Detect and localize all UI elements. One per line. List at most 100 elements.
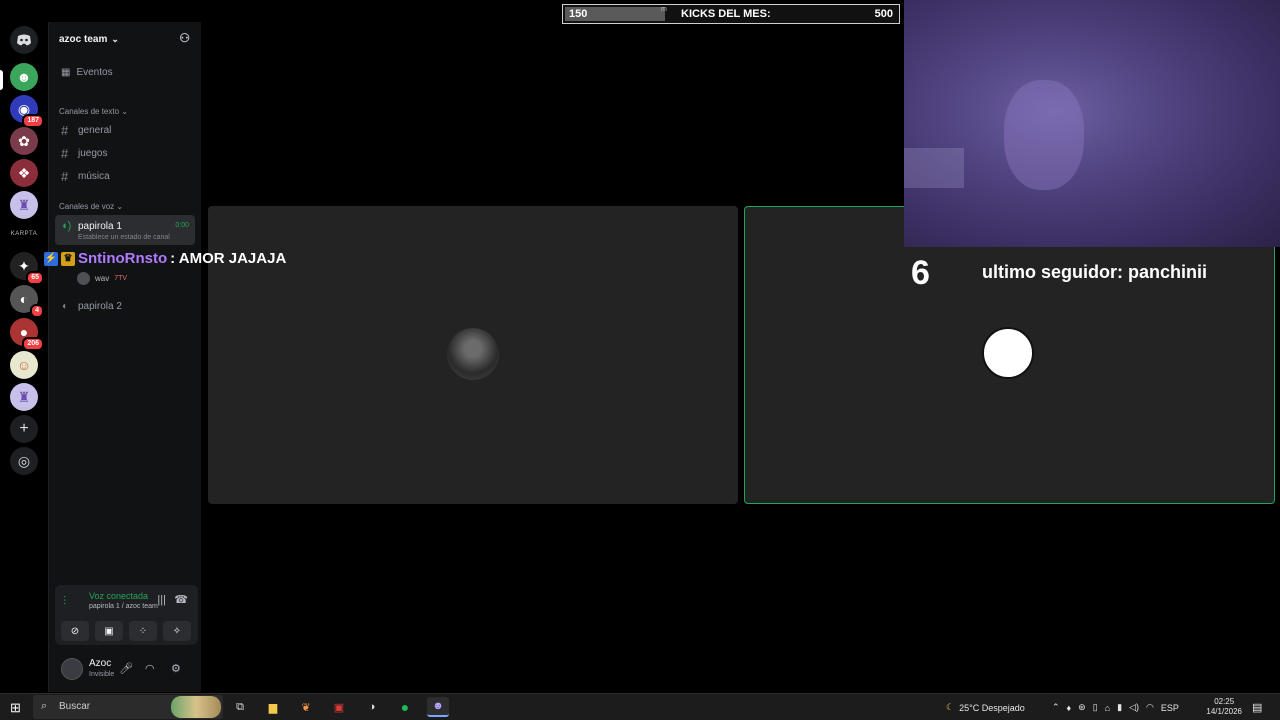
compass-icon[interactable]: ◎ <box>10 447 38 475</box>
hash-icon: # <box>61 168 69 184</box>
server-dark-icon[interactable]: ✦ 65 <box>10 252 44 285</box>
notifications-icon[interactable]: ▤ <box>1252 694 1262 720</box>
crown-icon: ♛ <box>61 251 75 266</box>
unread-badge: 4 <box>30 304 44 318</box>
kicks-goal-bar: 150 m KICKS DEL MES: 500 <box>562 4 900 24</box>
server-green-icon[interactable]: ☻ <box>10 63 38 91</box>
disconnect-icon[interactable]: ☎ <box>174 593 188 606</box>
language-indicator[interactable]: ESP <box>1161 703 1179 713</box>
file-explorer-icon[interactable]: ▆ <box>262 697 284 717</box>
avatar <box>77 272 90 285</box>
server-rail: ☻ ◉ 187 ✿ ❖ ♜ KARPTA ✦ 65 ◐ 4 ● 206 ☺ ♜ + ◎ <box>0 22 48 692</box>
voice-status[interactable]: Voz conectada <box>89 591 148 601</box>
voice-connection-panel: ⫶ Voz conectada papirola 1 / azoc team |… <box>55 585 198 645</box>
weather-widget[interactable]: ☾ 25°C Despejado <box>946 694 1025 720</box>
follower-count: 6 <box>911 254 930 292</box>
avatar <box>447 328 499 380</box>
fl-studio-icon[interactable]: ❦ <box>295 697 317 717</box>
voice-channel-papirola-2[interactable]: ◖ papirola 2 <box>61 296 196 316</box>
seven-tv-badge: 7TV <box>114 275 128 282</box>
mic-tray-icon[interactable]: ▮ <box>1117 702 1122 713</box>
text-category[interactable]: Canales de texto ⌄ <box>59 107 128 116</box>
server-red-icon[interactable]: ❖ <box>10 159 38 187</box>
soundboard-button[interactable]: ✧ <box>163 621 191 641</box>
webcam-person <box>1004 80 1084 190</box>
tray-misc-icon[interactable]: ⌂ <box>1105 703 1110 713</box>
activities-button[interactable]: ⁘ <box>129 621 157 641</box>
discord-home-icon[interactable] <box>10 26 38 54</box>
server-cup2-icon[interactable]: ♜ <box>10 383 38 411</box>
participant-tile[interactable] <box>208 206 738 504</box>
invite-people-icon[interactable]: ⚇ <box>179 31 190 45</box>
moon-icon: ☾ <box>946 702 955 712</box>
channel-musica[interactable]: # música <box>61 166 196 186</box>
spotify-icon[interactable]: ● <box>394 697 416 717</box>
server-fox-icon[interactable]: ☺ <box>10 351 38 379</box>
obs-app-icon[interactable]: ▣ <box>328 697 350 717</box>
search-highlight-image <box>171 696 221 718</box>
server-blue-icon[interactable]: ◉ 187 <box>10 95 44 128</box>
app-circle-icon[interactable]: ◑ <box>361 697 383 717</box>
chevron-up-icon[interactable]: ⌃ <box>1052 702 1060 713</box>
voice-category[interactable]: Canales de voz ⌄ <box>59 202 123 211</box>
headphones-icon[interactable]: ◠ <box>145 662 155 675</box>
server-gray-icon[interactable]: ◐ 4 <box>10 285 44 318</box>
hash-icon: # <box>61 122 69 138</box>
camera-off-button[interactable]: ⊘ <box>61 621 89 641</box>
chat-message: ⚡ ♛ SntinoRnsto : AMOR JAJAJA <box>44 250 286 267</box>
search-box[interactable]: ⌕ Buscar <box>33 695 223 719</box>
plus-icon[interactable]: + <box>10 415 38 443</box>
unread-badge: 206 <box>22 337 44 351</box>
search-icon: ⌕ <box>41 700 48 712</box>
server-name: azoc team <box>59 33 108 45</box>
events-label: Eventos <box>76 67 113 78</box>
voice-channel-papirola-1[interactable]: ◖) papirola 1 0:00 Establece un estado d… <box>55 215 195 245</box>
speaker-icon: ◖ <box>61 300 68 312</box>
system-tray: ⌃ ♦ ⊛ ▯ ⌂ ▮ ◁) ◠ ESP <box>1052 694 1186 720</box>
channel-juegos[interactable]: # juegos <box>61 143 196 163</box>
server-cup-icon[interactable]: ♜ <box>10 191 38 219</box>
task-view-icon[interactable]: ⧉ <box>229 697 251 717</box>
kick-badge-icon: ⚡ <box>44 251 58 266</box>
avatar[interactable] <box>61 658 83 680</box>
webcam-background <box>904 148 964 188</box>
channel-sidebar: azoc team ⌄ ⚇ ▦ Eventos Canales de texto… <box>48 22 201 692</box>
taskbar: ⊞ ⌕ Buscar ⧉ ▆ ❦ ▣ ◑ ● ☻ ☾ 25°C Despejad… <box>0 693 1280 720</box>
chat-text: : AMOR JAJAJA <box>170 250 287 267</box>
signal-icon[interactable]: ⫶ <box>63 594 66 609</box>
last-follower: ultimo seguidor: panchinii <box>982 262 1207 282</box>
chevron-down-icon: ⌄ <box>111 33 119 44</box>
gear-icon[interactable]: ⚙ <box>171 662 181 675</box>
avatar <box>982 327 1034 379</box>
wifi-icon[interactable]: ◠ <box>1146 702 1154 713</box>
server-red2-icon[interactable]: ● 206 <box>10 318 44 351</box>
speaker-icon: ◖) <box>61 220 72 232</box>
unread-badge: 65 <box>26 271 44 285</box>
chat-username: SntinoRnsto <box>78 250 168 267</box>
tray-app-icon[interactable]: ♦ <box>1067 703 1072 713</box>
clock[interactable]: 02:25 14/1/2026 <box>1206 697 1242 717</box>
server-pink-icon[interactable]: ✿ <box>10 127 38 155</box>
windows-start-icon[interactable]: ⊞ <box>10 700 21 716</box>
share-screen-button[interactable]: ▣ <box>95 621 123 641</box>
channel-general[interactable]: # general <box>61 120 196 140</box>
participant-tile-speaking[interactable] <box>744 206 1275 504</box>
volume-icon[interactable]: ◁) <box>1129 702 1139 713</box>
voice-location[interactable]: papirola 1 / azoc team <box>89 603 158 610</box>
webcam-overlay <box>904 0 1280 247</box>
battery-icon[interactable]: ▯ <box>1093 702 1098 713</box>
voice-member[interactable]: wav 7TV <box>77 272 127 285</box>
calendar-icon: ▦ <box>61 67 71 78</box>
server-header[interactable]: azoc team ⌄ ⚇ <box>49 22 202 56</box>
unread-badge: 187 <box>22 114 44 128</box>
user-panel: Azoc Invisible 🎤︎ ◠ ⚙ <box>49 650 202 690</box>
discord-taskbar-icon[interactable]: ☻ <box>427 697 449 717</box>
events-link[interactable]: ▦ Eventos <box>61 67 113 78</box>
server-text-icon[interactable]: KARPTA <box>4 231 44 237</box>
noise-suppression-icon[interactable]: ||| <box>157 594 166 606</box>
channel-status-input[interactable]: Establece un estado de canal <box>78 234 170 241</box>
microphone-icon[interactable]: 🎤︎ <box>119 662 133 675</box>
selected-server-indicator <box>0 70 3 90</box>
hash-icon: # <box>61 145 69 161</box>
steam-icon[interactable]: ⊛ <box>1078 702 1086 713</box>
